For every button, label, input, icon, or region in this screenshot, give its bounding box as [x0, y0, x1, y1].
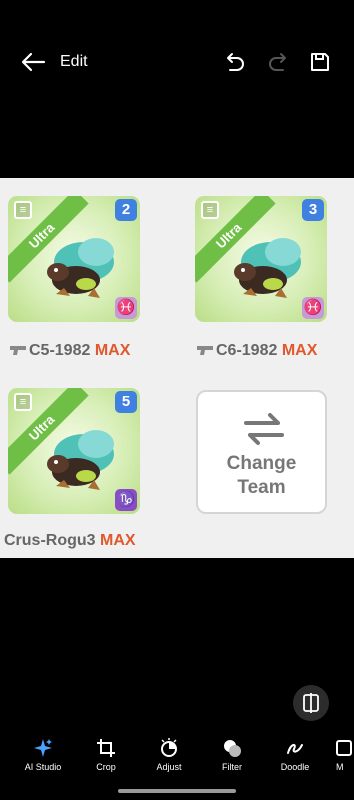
gun-icon: [197, 346, 213, 356]
home-indicator[interactable]: [118, 789, 236, 793]
max-label: MAX: [94, 342, 131, 359]
element-badge-icon: ≡: [201, 201, 219, 219]
element-badge-icon: ≡: [14, 393, 32, 411]
tool-adjust[interactable]: Adjust: [143, 738, 195, 772]
filter-icon: [224, 740, 241, 757]
zodiac-badge: ♓: [302, 297, 324, 319]
tool-label: Adjust: [156, 762, 182, 772]
tool-label: Crop: [96, 762, 116, 772]
tool-crop[interactable]: Crop: [80, 738, 132, 772]
card-caption: Crus-Rogu3 MAX: [4, 532, 136, 550]
change-team-label: Change Team: [226, 453, 297, 498]
dragon-card: Ultra ≡ 3 ♓: [195, 196, 327, 322]
element-badge-icon: ≡: [14, 201, 32, 219]
card-name: C5-1982: [29, 342, 91, 359]
save-button[interactable]: [307, 49, 333, 75]
compare-button[interactable]: [293, 685, 329, 721]
dragon-card: Ultra ≡ 5 ♑: [8, 388, 140, 514]
number-badge: 5: [115, 391, 137, 413]
dragon-icon: [47, 238, 114, 298]
page-title: Edit: [60, 53, 88, 70]
number-badge: 3: [302, 199, 324, 221]
edit-toolbar: AI Studio Crop Adjust Filter Doodle M: [0, 738, 354, 778]
max-label: MAX: [281, 342, 318, 359]
back-button[interactable]: [18, 48, 48, 76]
tool-filter[interactable]: Filter: [206, 738, 258, 772]
sparkle-icon: [34, 739, 52, 757]
dragon-icon: [234, 238, 301, 298]
tool-label: M: [336, 762, 344, 772]
card-caption: C5-1982 MAX: [10, 342, 130, 360]
top-bar: Edit: [0, 36, 354, 88]
zodiac-badge: ♓: [115, 297, 137, 319]
tool-label: Filter: [222, 762, 242, 772]
undo-icon: [227, 53, 244, 71]
zodiac-badge: ♑: [115, 489, 137, 511]
doodle-icon: [287, 743, 303, 754]
save-icon: [311, 53, 329, 71]
card-caption: C6-1982 MAX: [197, 342, 317, 360]
compare-icon: [303, 693, 319, 713]
number-badge: 2: [115, 199, 137, 221]
card-name: Crus-Rogu3: [4, 532, 96, 549]
tool-ai-studio[interactable]: AI Studio: [17, 738, 69, 772]
image-canvas[interactable]: Ultra ≡ 2 ♓ C5-1982 MAX Ultra ≡ 3 ♓ C6-1…: [0, 178, 354, 558]
tool-more[interactable]: M: [332, 738, 354, 772]
card-name: C6-1982: [216, 342, 278, 359]
tool-label: Doodle: [280, 762, 310, 772]
redo-icon: [269, 53, 286, 71]
tool-doodle[interactable]: Doodle: [269, 738, 321, 772]
adjust-icon: [161, 738, 177, 757]
tool-label: AI Studio: [24, 762, 62, 772]
change-team-button: Change Team: [196, 390, 327, 514]
back-arrow-icon: [21, 52, 46, 72]
undo-button[interactable]: [221, 49, 247, 75]
dragon-card: Ultra ≡ 2 ♓: [8, 196, 140, 322]
gun-icon: [10, 346, 26, 356]
more-icon: [336, 740, 352, 756]
redo-button[interactable]: [266, 49, 292, 75]
swap-arrows-icon: [244, 413, 284, 445]
dragon-icon: [47, 430, 114, 490]
crop-icon: [97, 739, 115, 757]
max-label: MAX: [100, 532, 136, 549]
